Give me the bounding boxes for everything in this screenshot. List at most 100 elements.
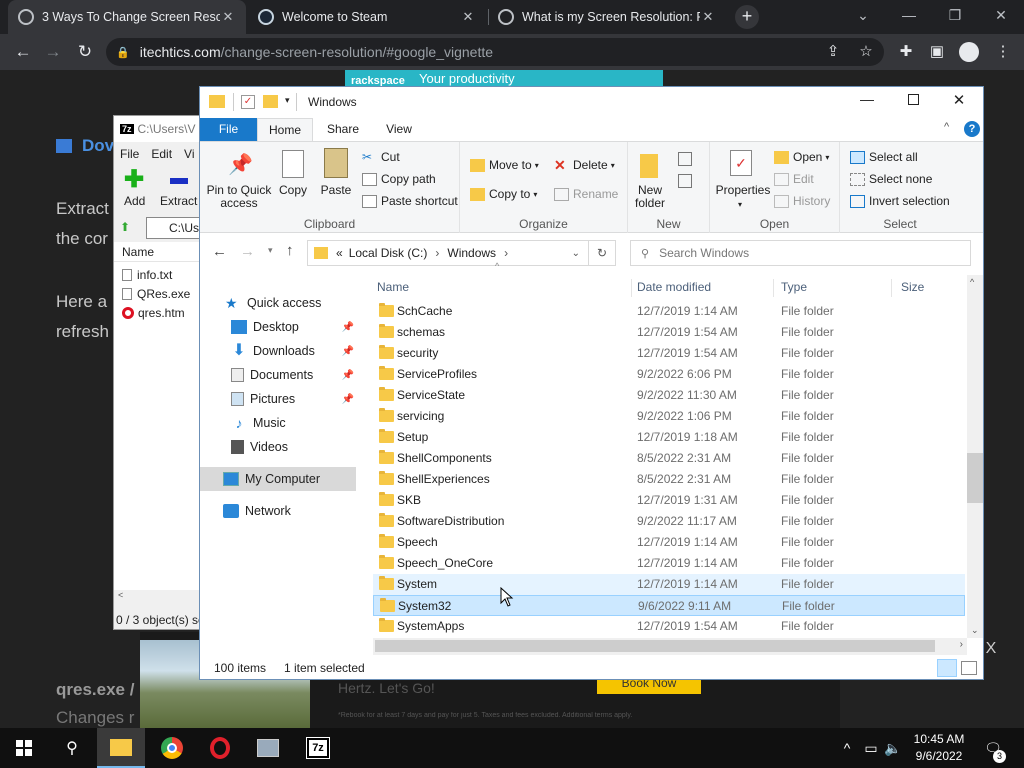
column-separator[interactable] [773, 279, 774, 297]
column-size[interactable]: Size [897, 275, 967, 299]
folder-up-icon[interactable]: ⬆ [120, 220, 134, 234]
close-icon[interactable]: ✕ [700, 9, 716, 25]
menu-edit[interactable]: Edit [151, 147, 172, 161]
nav-videos[interactable]: Videos [200, 435, 356, 459]
menu-view[interactable]: Vi [184, 147, 194, 161]
search-icon[interactable]: ⚲ [48, 728, 96, 768]
move-to-button[interactable]: Move to ▾ [470, 158, 539, 172]
table-row[interactable]: Speech 12/7/2019 1:14 AM File folder [373, 532, 965, 553]
chevron-up-icon[interactable]: ^ [838, 728, 856, 768]
table-row[interactable]: servicing 9/2/2022 1:06 PM File folder [373, 406, 965, 427]
delete-button[interactable]: ✕ Delete ▾ [554, 158, 615, 173]
new-folder-button[interactable]: New folder [630, 184, 670, 210]
reload-icon[interactable]: ↻ [70, 34, 100, 70]
table-row[interactable]: ServiceState 9/2/2022 11:30 AM File folder [373, 385, 965, 406]
table-row[interactable]: System32 9/6/2022 9:11 AM File folder [373, 595, 965, 616]
table-row[interactable]: ShellComponents 8/5/2022 2:31 AM File fold… [373, 448, 965, 469]
table-row[interactable]: SKB 12/7/2019 1:31 AM File folder [373, 490, 965, 511]
paste-button[interactable]: Paste [316, 184, 356, 197]
new-tab-button[interactable]: + [735, 5, 759, 29]
easy-access-icon[interactable] [678, 174, 692, 188]
start-button[interactable] [0, 728, 48, 768]
scroll-thumb[interactable] [375, 640, 935, 652]
table-row[interactable]: schemas 12/7/2019 1:54 AM File folder [373, 322, 965, 343]
chrome-taskbar-button[interactable] [148, 728, 196, 768]
edit-button[interactable]: Edit [774, 172, 814, 186]
back-arrow-icon[interactable]: ← [212, 243, 227, 260]
pin-icon[interactable]: 📌 [342, 346, 354, 357]
new-folder-icon[interactable] [263, 95, 278, 108]
tab-screen-resolution[interactable]: What is my Screen Resolution: Fi ✕ [488, 0, 726, 34]
open-button[interactable]: Open ▾ [774, 150, 829, 164]
network-icon[interactable]: ▭ [860, 728, 882, 768]
forward-arrow-icon[interactable]: → [38, 34, 68, 70]
clock[interactable]: 10:45 AM 9/6/2022 [900, 731, 978, 765]
breadcrumb-prefix[interactable]: « [336, 246, 343, 260]
refresh-icon[interactable]: ↻ [589, 240, 616, 266]
file-explorer-taskbar-button[interactable] [97, 728, 145, 768]
search-input[interactable]: ⚲ Search Windows [630, 240, 971, 266]
collapse-ribbon-icon[interactable]: ^ [944, 121, 949, 133]
add-button[interactable]: Add [124, 194, 145, 208]
extract-minus-icon[interactable] [170, 178, 188, 184]
nav-documents[interactable]: Documents 📌 [200, 363, 356, 387]
scroll-thumb[interactable] [967, 453, 983, 503]
7zip-taskbar-button[interactable]: 7z [294, 728, 342, 768]
tab-file[interactable]: File [200, 118, 257, 141]
opera-taskbar-button[interactable] [196, 728, 244, 768]
nav-downloads[interactable]: ⬇ Downloads 📌 [200, 339, 356, 363]
select-all-button[interactable]: Select all [850, 150, 918, 164]
paste-shortcut-button[interactable]: Paste shortcut [362, 194, 458, 208]
nav-music[interactable]: ♪ Music [200, 411, 356, 435]
table-row[interactable]: SystemApps 12/7/2019 1:54 AM File folder [373, 616, 965, 637]
invert-selection-button[interactable]: Invert selection [850, 194, 950, 208]
table-row[interactable]: System 12/7/2019 1:14 AM File folder [373, 574, 965, 595]
chevron-right-icon[interactable]: › [435, 246, 439, 260]
add-plus-icon[interactable]: ✚ [124, 168, 144, 192]
close-icon[interactable]: ✕ [220, 9, 236, 25]
copy-path-button[interactable]: Copy path [362, 172, 436, 186]
tab-share[interactable]: Share [315, 118, 371, 141]
column-name[interactable]: Name [373, 275, 631, 299]
up-arrow-icon[interactable]: ↑ [286, 242, 294, 259]
scroll-down-icon[interactable]: ⌄ [971, 625, 979, 636]
recent-locations-chevron-icon[interactable]: ▾ [268, 245, 273, 256]
bookmark-star-icon[interactable]: ☆ [851, 34, 881, 70]
close-window-icon[interactable]: ✕ [936, 91, 982, 109]
nav-network[interactable]: Network [200, 499, 356, 523]
maximize-icon[interactable] [890, 94, 936, 108]
tab-view[interactable]: View [371, 118, 427, 141]
chevron-down-icon[interactable]: ⌄ [572, 248, 580, 259]
table-row[interactable]: SoftwareDistribution 9/2/2022 11:17 AM Fil… [373, 511, 965, 532]
copy-to-button[interactable]: Copy to ▾ [470, 187, 537, 201]
breadcrumb-windows[interactable]: Windows [447, 246, 496, 260]
menu-kebab-icon[interactable]: ⋮ [988, 34, 1018, 70]
nav-my-computer[interactable]: My Computer [200, 467, 356, 491]
nav-desktop[interactable]: Desktop 📌 [200, 315, 356, 339]
horizontal-scrollbar[interactable]: ‹ › [373, 638, 967, 655]
details-view-icon[interactable] [937, 659, 957, 677]
side-panel-icon[interactable]: ▣ [922, 34, 952, 70]
scroll-right-icon[interactable]: › [960, 639, 963, 650]
minimize-icon[interactable]: — [844, 91, 890, 107]
quick-access-dropdown-icon[interactable]: ▾ [285, 95, 290, 106]
pin-icon[interactable]: 📌 [342, 394, 354, 405]
vertical-scrollbar[interactable]: ^ ⌄ [967, 275, 983, 638]
column-separator[interactable] [891, 279, 892, 297]
extract-button[interactable]: Extract [160, 194, 197, 208]
properties-check-icon[interactable]: ✓ [241, 95, 255, 109]
address-bar[interactable]: « Local Disk (C:) › Windows › ⌄ [307, 240, 589, 266]
rename-button[interactable]: Rename [554, 187, 618, 201]
help-icon[interactable]: ? [964, 121, 980, 137]
close-icon[interactable]: ✕ [460, 9, 476, 25]
file-explorer-window[interactable]: ✓ ▾ Windows — ✕ File Home Share View ^ ?… [199, 86, 984, 680]
breadcrumb-local-disk[interactable]: Local Disk (C:) [349, 246, 428, 260]
table-row[interactable]: ServiceProfiles 9/2/2022 6:06 PM File fold… [373, 364, 965, 385]
properties-dropdown-icon[interactable]: ▾ [738, 200, 742, 209]
large-icons-view-icon[interactable] [961, 661, 977, 675]
column-type[interactable]: Type [777, 275, 891, 299]
list-item[interactable]: info.txt [122, 268, 172, 282]
minimize-icon[interactable]: — [886, 0, 932, 30]
copy-button[interactable]: Copy [276, 184, 310, 197]
profile-avatar-icon[interactable] [959, 42, 979, 62]
